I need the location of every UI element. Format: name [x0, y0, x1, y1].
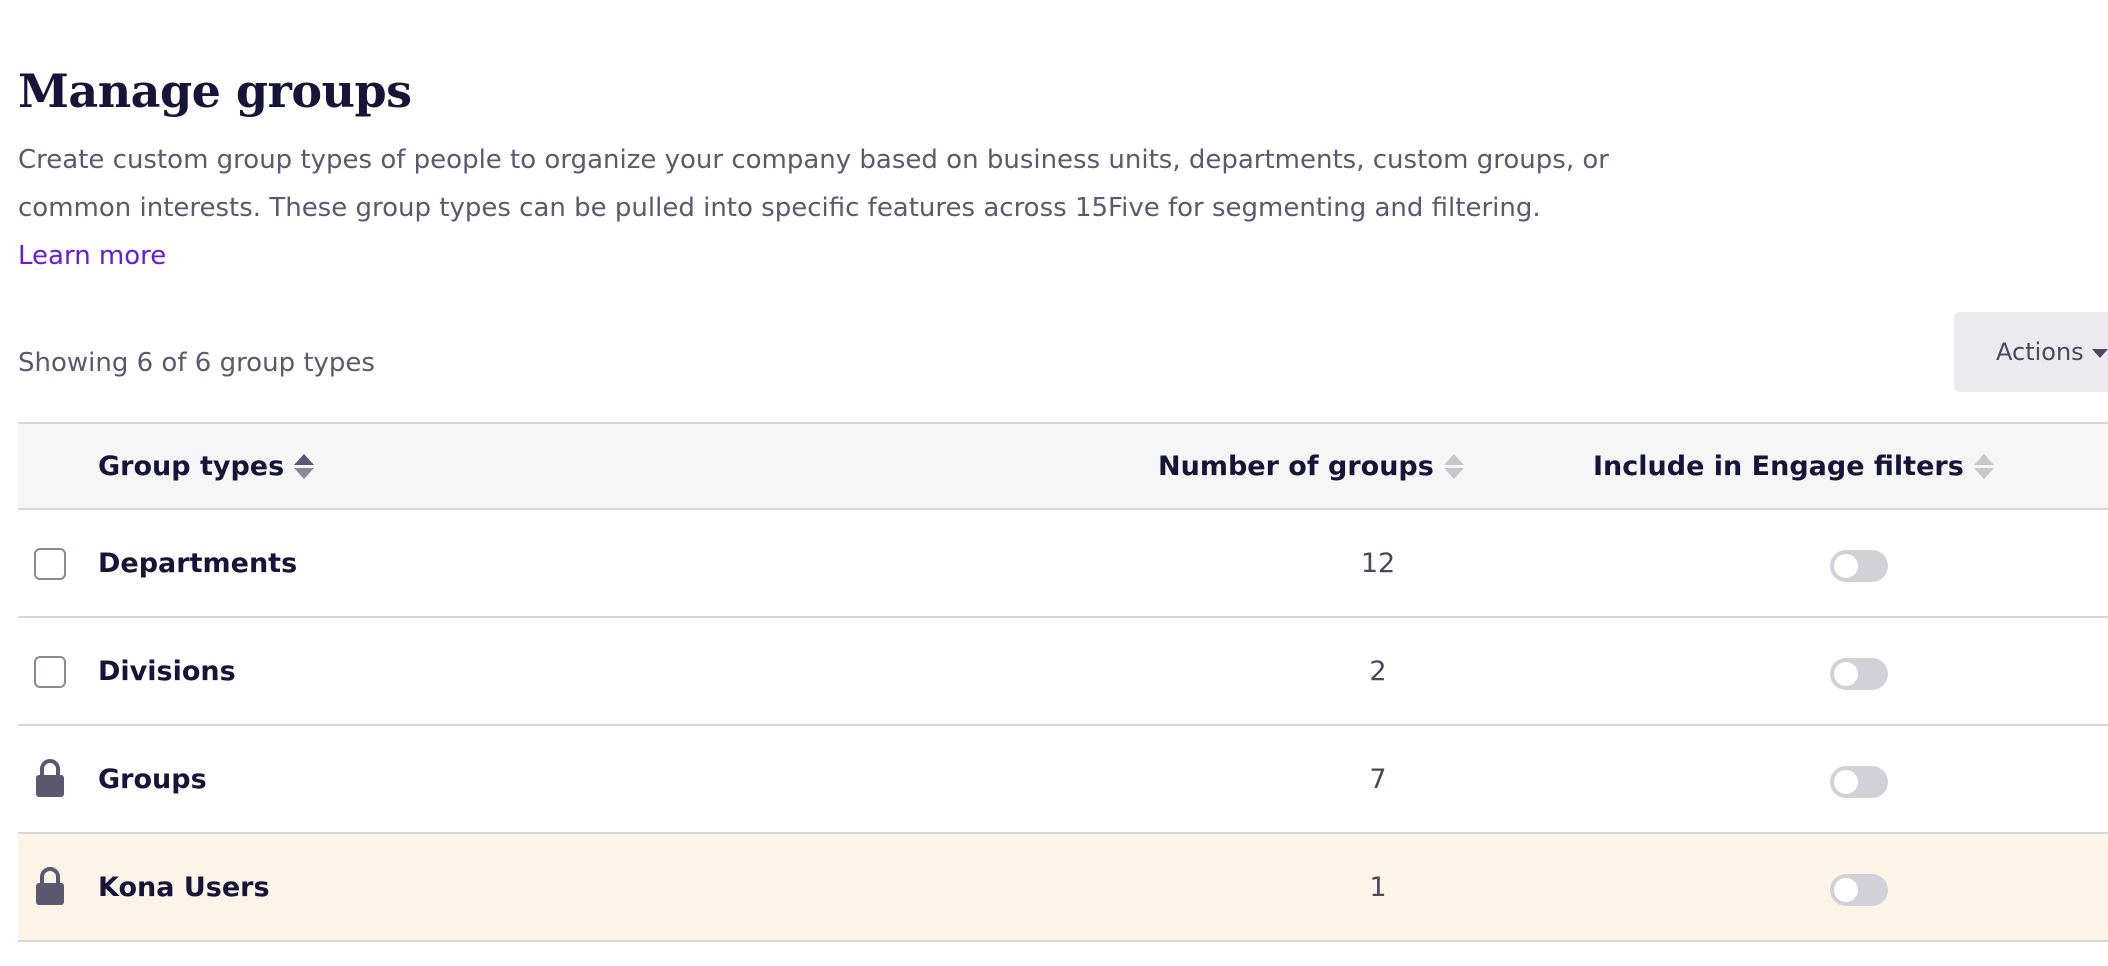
group-type-name: Departments — [98, 547, 298, 579]
row-checkbox[interactable] — [34, 656, 66, 688]
header-number-of-groups[interactable]: Number of groups — [1158, 424, 1464, 508]
header-include-engage[interactable]: Include in Engage filters — [1593, 424, 1994, 508]
caret-down-icon — [2091, 348, 2108, 358]
group-type-name: Divisions — [98, 655, 236, 687]
lock-icon — [36, 867, 64, 905]
actions-label: Actions — [1996, 338, 2084, 366]
group-types-table: Group types Number of groups Include in … — [18, 422, 2108, 942]
group-type-name: Kona Users — [98, 871, 270, 903]
engage-filter-toggle[interactable] — [1830, 766, 1888, 798]
group-count: 2 — [1369, 655, 1387, 687]
showing-count: Showing 6 of 6 group types — [18, 348, 375, 378]
group-count: 7 — [1369, 763, 1387, 795]
page-title: Manage groups — [18, 64, 412, 118]
group-count: 12 — [1360, 547, 1396, 579]
table-row[interactable]: Divisions 2 — [18, 618, 2108, 726]
lock-icon — [36, 759, 64, 797]
engage-filter-toggle[interactable] — [1830, 874, 1888, 906]
group-type-name: Groups — [98, 763, 207, 795]
actions-button[interactable]: Actions — [1954, 312, 2108, 392]
table-row[interactable]: Kona Users 1 — [18, 834, 2108, 942]
sort-icon — [1443, 453, 1464, 479]
table-row[interactable]: Groups 7 — [18, 726, 2108, 834]
sort-icon — [294, 453, 315, 479]
description-text: Create custom group types of people to o… — [18, 145, 1609, 223]
group-count: 1 — [1369, 871, 1387, 903]
header-number-of-groups-label: Number of groups — [1158, 450, 1434, 482]
header-include-engage-label: Include in Engage filters — [1593, 450, 1964, 482]
header-group-types[interactable]: Group types — [98, 424, 315, 508]
engage-filter-toggle[interactable] — [1830, 658, 1888, 690]
engage-filter-toggle[interactable] — [1830, 550, 1888, 582]
table-row[interactable]: Departments 12 — [18, 510, 2108, 618]
row-checkbox[interactable] — [34, 548, 66, 580]
table-header: Group types Number of groups Include in … — [18, 422, 2108, 510]
sort-icon — [1973, 453, 1994, 479]
learn-more-link[interactable]: Learn more — [18, 241, 166, 271]
page-description: Create custom group types of people to o… — [18, 136, 1618, 280]
header-group-types-label: Group types — [98, 450, 285, 482]
